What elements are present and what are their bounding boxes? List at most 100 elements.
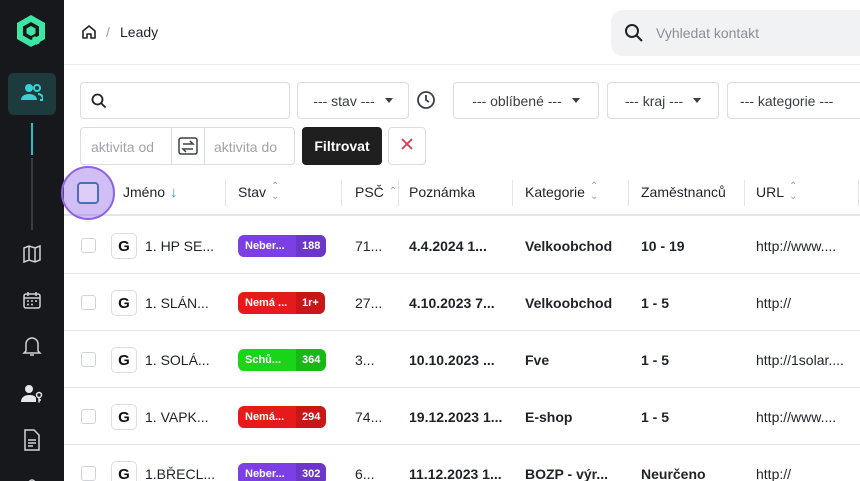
column-divider [858, 180, 859, 206]
google-icon[interactable]: G [111, 461, 137, 481]
favorite-select-value: --- oblíbené --- [472, 92, 562, 109]
column-label: URL [756, 184, 785, 200]
nav-leads[interactable] [8, 73, 56, 115]
cell-url[interactable]: http://1solar.... [756, 331, 856, 388]
column-label: Stav [238, 184, 267, 200]
table-row[interactable]: G 1. HP SE... Neber... 188 71... 4.4.2024 1..… [64, 217, 860, 274]
column-divider [628, 180, 629, 206]
chevron-down-icon [693, 98, 702, 103]
row-checkbox[interactable] [81, 466, 96, 481]
column-header-psc[interactable]: PSČ ⌃ [355, 168, 397, 216]
cell-url[interactable]: http://www.... [756, 388, 856, 445]
status-badge-label: Nemá ... [245, 296, 288, 309]
favorite-select[interactable]: --- oblíbené --- [453, 82, 599, 119]
cell-name[interactable]: 1. VAPK... [145, 388, 225, 445]
column-header-name[interactable]: Jméno ↓ [123, 168, 178, 216]
cell-psc: 74... [355, 408, 383, 425]
status-badge: Nemá... 294 [238, 405, 327, 428]
bell-icon[interactable] [20, 334, 44, 358]
cell-status[interactable]: Schů... 364 [238, 331, 327, 388]
table-row[interactable]: G 1. VAPK... Nemá... 294 74... 19.12.2023 1..… [64, 388, 860, 445]
status-badge-label: Nemá... [245, 410, 285, 423]
row-checkbox[interactable] [81, 409, 96, 424]
table-row[interactable]: G 1. SOLÁ... Schů... 364 3... 10.10.2023 ... F… [64, 331, 860, 388]
clear-filter-button[interactable] [388, 127, 426, 165]
close-icon [400, 137, 414, 156]
status-badge-count: 188 [296, 234, 327, 257]
chevron-down-icon [571, 98, 580, 103]
map-icon[interactable] [20, 242, 44, 266]
sort-desc-icon: ↓ [170, 183, 178, 201]
column-header-employees[interactable]: Zaměstnanců [641, 168, 726, 216]
status-select[interactable]: --- stav --- [297, 82, 409, 119]
row-checkbox[interactable] [81, 352, 96, 367]
google-icon[interactable]: G [111, 404, 137, 430]
cell-status[interactable]: Neber... 188 [238, 217, 327, 274]
cell-status[interactable]: Nemá... 294 [238, 388, 327, 445]
column-label: Poznámka [409, 184, 476, 200]
status-select-value: --- stav --- [313, 92, 375, 109]
cell-note: 11.12.2023 1... [409, 465, 502, 481]
table-row[interactable]: G 1. SLÁN... Nemá ... 1r+ 27... 4.10.2023 7..… [64, 274, 860, 331]
cell-url[interactable]: http:// [756, 274, 856, 331]
status-badge: Schů... 364 [238, 348, 327, 371]
nav-divider-line [31, 158, 33, 230]
column-label: Zaměstnanců [641, 184, 726, 200]
table-row[interactable]: G 1.BŘECL... Neber... 302 6... 11.12.2023 1..… [64, 445, 860, 481]
breadcrumb-separator: / [106, 24, 110, 40]
sidebar [0, 0, 64, 481]
more-nav-icon[interactable] [20, 470, 44, 481]
cell-url[interactable]: http://www.... [756, 217, 856, 274]
select-all-checkbox[interactable] [77, 182, 99, 204]
activity-from-input[interactable]: aktivita od [91, 139, 154, 155]
cell-status[interactable]: Neber... 302 [238, 445, 327, 481]
cell-psc: 6... [355, 465, 375, 481]
row-checkbox[interactable] [81, 295, 96, 310]
column-header-note[interactable]: Poznámka [409, 168, 475, 216]
home-icon[interactable] [81, 24, 97, 40]
column-header-status[interactable]: Stav ⌃ ⌄ [238, 168, 279, 216]
cell-psc: 3... [355, 351, 375, 368]
nav-progress-line [31, 123, 33, 155]
category-select-value: --- kategorie --- [740, 92, 834, 109]
status-badge-count: 302 [296, 462, 327, 481]
users-icon [21, 83, 45, 106]
cell-name[interactable]: 1. SOLÁ... [145, 331, 225, 388]
cell-name[interactable]: 1.BŘECL... [145, 445, 225, 481]
status-badge-count: 1r+ [296, 291, 325, 314]
app-logo-icon[interactable] [16, 14, 46, 50]
cell-employees: Neurčeno [641, 465, 706, 481]
search-placeholder: Vyhledat kontakt [656, 25, 759, 41]
filter-button[interactable]: Filtrovat [302, 127, 382, 165]
chevron-down-icon [384, 98, 393, 103]
region-select[interactable]: --- kraj --- [607, 82, 719, 119]
google-icon[interactable]: G [111, 233, 137, 259]
search-icon [624, 23, 644, 48]
cell-category: Fve [525, 351, 550, 368]
cell-employees: 10 - 19 [641, 237, 685, 254]
google-icon[interactable]: G [111, 347, 137, 373]
filter-search-input[interactable] [80, 82, 290, 119]
column-header-category[interactable]: Kategorie ⌃ ⌄ [525, 168, 598, 216]
calendar-icon[interactable] [20, 288, 44, 312]
column-divider [512, 180, 513, 206]
cell-name[interactable]: 1. HP SE... [145, 217, 225, 274]
clock-icon[interactable] [415, 89, 437, 116]
cell-name[interactable]: 1. SLÁN... [145, 274, 225, 331]
column-label: Jméno [123, 184, 166, 200]
cell-url[interactable]: http:// [756, 445, 856, 481]
cell-status[interactable]: Nemá ... 1r+ [238, 274, 325, 331]
swap-dates-icon[interactable] [171, 128, 205, 164]
row-checkbox[interactable] [81, 238, 96, 253]
contact-search-input[interactable]: Vyhledat kontakt [611, 10, 860, 56]
column-label: Kategorie [525, 184, 585, 200]
status-badge: Nemá ... 1r+ [238, 291, 325, 314]
activity-to-input[interactable]: aktivita do [214, 139, 277, 155]
category-select[interactable]: --- kategorie --- [727, 82, 860, 119]
cell-category: E-shop [525, 408, 573, 425]
user-key-icon[interactable] [20, 382, 44, 406]
column-header-url[interactable]: URL ⌃ ⌄ [756, 168, 797, 216]
document-icon[interactable] [20, 428, 44, 452]
sort-icon: ⌃ [388, 186, 398, 197]
google-icon[interactable]: G [111, 290, 137, 316]
